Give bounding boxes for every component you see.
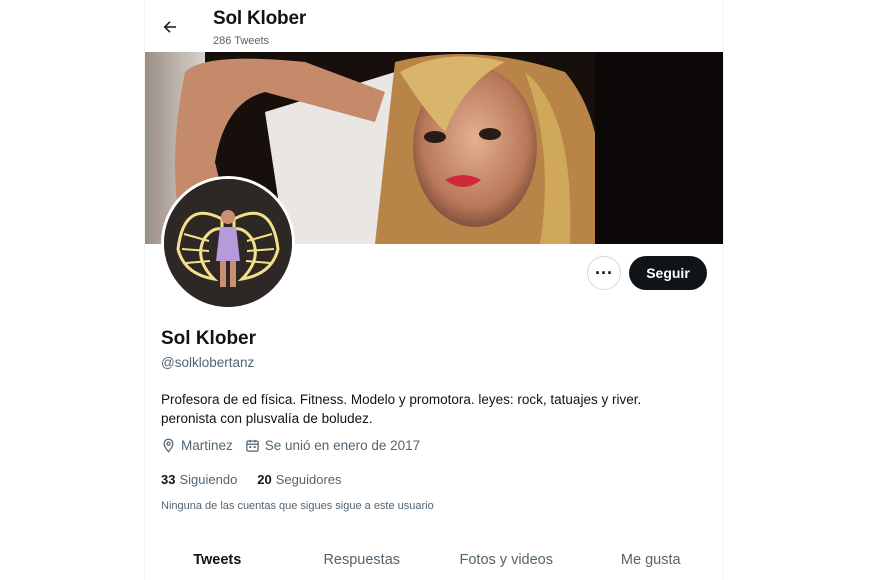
join-date: Se unió en enero de 2017 <box>245 438 420 453</box>
profile-meta: Martinez Se unió en enero de 2017 <box>161 438 432 453</box>
tab-tweets[interactable]: Tweets <box>145 540 290 580</box>
followers-label: Seguidores <box>275 472 342 487</box>
profile-name: Sol Klober <box>161 328 257 349</box>
header-tweet-count: 286 Tweets <box>213 35 270 47</box>
avatar-image <box>164 179 292 307</box>
follow-button[interactable]: Seguir <box>629 256 707 290</box>
arrow-left-icon <box>163 21 176 33</box>
profile-tabs: Tweets Respuestas Fotos y videos Me gust… <box>145 540 723 580</box>
join-date-text: Se unió en enero de 2017 <box>264 438 421 453</box>
following-link[interactable]: 33 Siguiendo <box>161 472 237 487</box>
follow-stats: 33 Siguiendo 20 Seguidores <box>161 472 362 487</box>
tab-likes[interactable]: Me gusta <box>579 540 724 580</box>
location-text: Martinez <box>181 438 233 453</box>
profile-handle: @solklobertanz <box>161 355 255 370</box>
mutual-followers-note: Ninguna de las cuentas que sigues sigue … <box>161 500 434 512</box>
header-name: Sol Klober <box>213 8 307 29</box>
tab-replies[interactable]: Respuestas <box>290 540 435 580</box>
avatar-ring[interactable] <box>161 176 295 310</box>
tab-media[interactable]: Fotos y videos <box>434 540 579 580</box>
followers-count: 20 <box>257 472 272 487</box>
top-bar: Sol Klober 286 Tweets <box>145 0 723 52</box>
location: Martinez <box>161 438 233 453</box>
following-count: 33 <box>161 472 176 487</box>
followers-link[interactable]: 20 Seguidores <box>257 472 341 487</box>
following-label: Siguiendo <box>179 472 238 487</box>
avatar <box>164 179 292 307</box>
profile-bio: Profesora de ed física. Fitness. Modelo … <box>161 392 642 426</box>
profile-page: Sol Klober 286 Tweets ··· Seguir Sol Klo… <box>144 0 724 580</box>
map-pin-icon <box>163 438 174 453</box>
back-button[interactable] <box>157 14 183 40</box>
more-options-button[interactable]: ··· <box>587 256 621 290</box>
calendar-icon <box>246 439 259 452</box>
